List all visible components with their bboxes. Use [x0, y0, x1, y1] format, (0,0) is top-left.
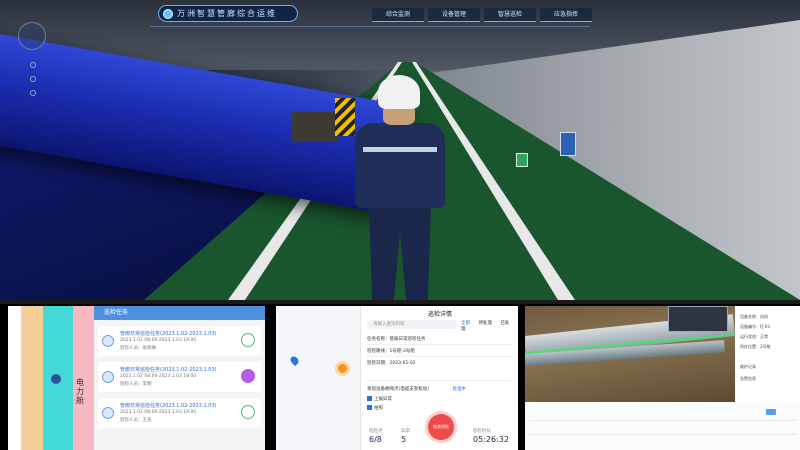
device-table: [525, 402, 800, 450]
task-person: 巡检人员：王浩: [120, 418, 152, 423]
device-info-panel: 设备名称：风机 设备编号：FJ-03 运行状态：正常 所在位置：2号舱 维护记录…: [735, 306, 800, 402]
task-name-row: 任务名称：管廊日常巡检任务: [367, 337, 426, 342]
tab-all[interactable]: 全部: [461, 321, 470, 326]
app-title-text: 万洲智慧管廊综合运维: [177, 9, 277, 18]
task-item[interactable]: 管廊日常巡检任务(2023.1.02-2023.1.03) 2023.1.02 …: [98, 398, 261, 428]
task-list-header: 巡检任务: [94, 306, 265, 320]
task-item[interactable]: 管廊日常巡检任务(2023.1.02-2023.1.03) 2023.1.02 …: [98, 362, 261, 392]
location-pin-icon[interactable]: [288, 354, 301, 367]
status-badge-icon: [241, 333, 255, 347]
exit-sign-icon: [516, 153, 528, 167]
nav-item-monitor[interactable]: 综合监测: [372, 8, 424, 22]
filter-tabs: 全部 待处理 已处理: [461, 320, 518, 332]
alarm-link[interactable]: 告警信息: [740, 376, 756, 382]
hud-divider: [150, 26, 590, 27]
search-input[interactable]: 请输入查询内容: [367, 320, 457, 329]
current-position-icon: [338, 364, 347, 373]
equipment-box: [292, 112, 338, 142]
query-button[interactable]: [766, 409, 776, 415]
maintenance-link[interactable]: 维护记录: [740, 364, 756, 370]
checkbox-icon[interactable]: [367, 405, 372, 410]
status-badge-icon: [241, 405, 255, 419]
view-icon[interactable]: [30, 76, 36, 82]
compass-button[interactable]: [18, 22, 46, 50]
helmet-icon: [378, 75, 420, 109]
task-icon: [102, 407, 114, 419]
camera-inset[interactable]: [668, 306, 728, 332]
task-item[interactable]: 管廊日常巡检任务(2023.1.02-2023.1.03) 2023.1.02 …: [98, 326, 261, 356]
checkbox-icon[interactable]: [367, 396, 372, 401]
task-time: 2023.1.02 08:00-2023.1.03 18:00: [120, 410, 197, 415]
stat-label: 异常: [401, 429, 410, 434]
issue-status-tag: 处理中: [452, 387, 466, 392]
nav-item-inspection[interactable]: 智慧巡检: [484, 8, 536, 22]
task-title: 管廊日常巡检任务(2023.1.02-2023.1.03): [120, 331, 217, 337]
logo-icon: [163, 9, 173, 19]
avatar-legs: [369, 205, 431, 300]
inspection-form: 巡检详情 请输入查询内容 全部 待处理 已处理 任务名称：管廊日常巡检任务 巡检…: [360, 306, 518, 450]
device-info-line: 运行状态：正常: [740, 334, 768, 339]
lock-icon[interactable]: [30, 90, 36, 96]
map-zone-gas: [21, 306, 43, 450]
device-info-line: 所在位置：2号舱: [740, 344, 771, 349]
zone-label: 电力舱: [76, 378, 84, 405]
option-report[interactable]: 上报异常: [367, 396, 392, 402]
screen: 万洲智慧管廊综合运维 综合监测 设备管理 智慧巡检 应急指挥 电力舱 巡检任务 …: [0, 0, 800, 450]
issue-row[interactable]: 发现设备故障点(电缆支架松动) 处理中: [367, 386, 466, 392]
task-icon: [102, 371, 114, 383]
nav-item-emergency[interactable]: 应急指挥: [540, 8, 592, 22]
task-time: 2023.1.02 08:00-2023.1.03 18:00: [120, 374, 197, 379]
divider: [367, 356, 513, 357]
control-panel[interactable]: [560, 132, 576, 156]
nav-item-device[interactable]: 设备管理: [428, 8, 480, 22]
end-inspection-button[interactable]: 结束巡检: [428, 414, 454, 440]
task-icon: [102, 335, 114, 347]
task-person: 巡检人员：李明: [120, 382, 152, 387]
stat-value: 05:26:32: [473, 435, 509, 444]
corridor-3d-view[interactable]: [525, 306, 735, 402]
divider: [529, 434, 796, 435]
divider: [367, 344, 513, 345]
app-title: 万洲智慧管廊综合运维: [158, 5, 298, 22]
inspector-avatar[interactable]: [345, 75, 455, 300]
device-info-line: 设备编号：FJ-03: [740, 324, 770, 329]
task-list: 巡检任务 管廊日常巡检任务(2023.1.02-2023.1.03) 2023.…: [94, 306, 265, 450]
device-3d-screen[interactable]: 设备名称：风机 设备编号：FJ-03 运行状态：正常 所在位置：2号舱 维护记录…: [525, 306, 800, 450]
option-photo[interactable]: 拍照: [367, 405, 383, 411]
task-title: 管廊日常巡检任务(2023.1.02-2023.1.03): [120, 367, 217, 373]
issue-text: 发现设备故障点(电缆支架松动): [367, 387, 430, 392]
tab-pending[interactable]: 待处理: [478, 321, 492, 326]
task-list-screen[interactable]: 电力舱 巡检任务 管廊日常巡检任务(2023.1.02-2023.1.03) 2…: [8, 306, 265, 450]
tunnel-3d-view[interactable]: 万洲智慧管廊综合运维 综合监测 设备管理 智慧巡检 应急指挥: [0, 0, 800, 300]
person-icon[interactable]: [51, 374, 61, 384]
inspection-detail-screen[interactable]: 巡检详情 请输入查询内容 全部 待处理 已处理 任务名称：管廊日常巡检任务 巡检…: [276, 306, 518, 450]
location-map[interactable]: [276, 306, 360, 450]
option-photo-label: 拍照: [374, 406, 383, 411]
stat-label: 巡检点: [369, 429, 383, 434]
thumbnail-status-bar: [0, 300, 800, 304]
option-report-label: 上报异常: [374, 397, 392, 402]
task-time: 2023.1.02 08:00-2023.1.03 18:00: [120, 338, 197, 343]
divider: [529, 420, 796, 421]
status-badge-icon: [241, 369, 255, 383]
avatar-reflective-stripe: [363, 147, 437, 152]
route-row: 巡检路线：1号舱-3号舱: [367, 349, 415, 354]
date-row: 巡检日期：2023-01-02: [367, 361, 416, 366]
stat-value: 5: [401, 435, 407, 444]
stat-label: 巡检时长: [473, 429, 491, 434]
stat-value: 6/8: [369, 435, 382, 444]
task-title: 管廊日常巡检任务(2023.1.02-2023.1.03): [120, 403, 217, 409]
avatar-torso: [355, 123, 445, 208]
task-person: 巡检人员：张晓琳: [120, 346, 156, 351]
layer-icon[interactable]: [30, 62, 36, 68]
corridor-map[interactable]: 电力舱: [8, 306, 95, 450]
device-info-line: 设备名称：风机: [740, 314, 768, 319]
form-title: 巡检详情: [427, 311, 452, 318]
divider: [367, 380, 513, 381]
